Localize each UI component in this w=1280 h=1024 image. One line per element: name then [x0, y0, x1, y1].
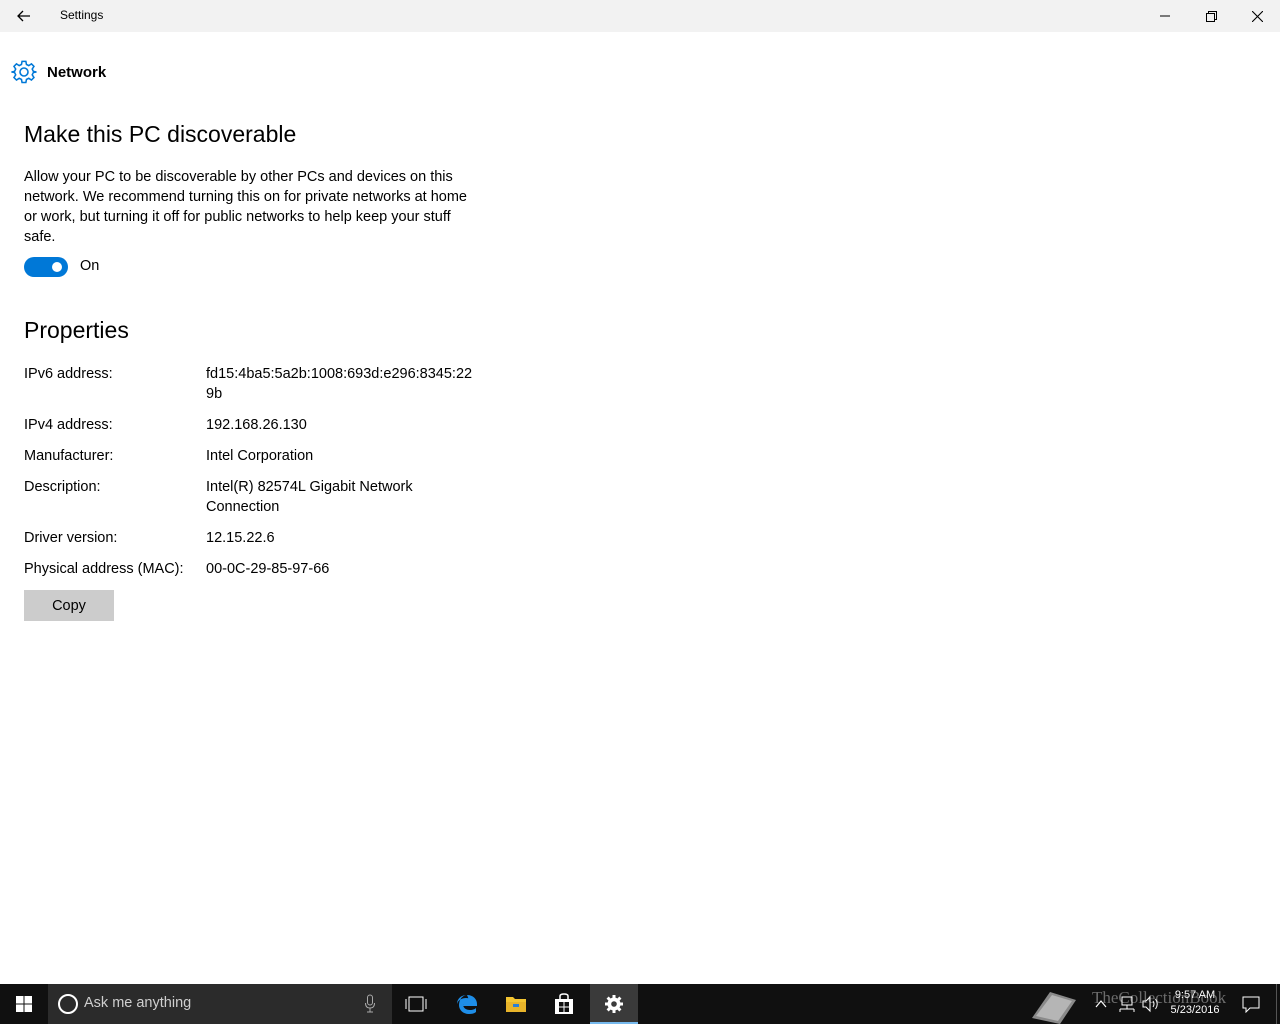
search-box[interactable]: Ask me anything [48, 984, 392, 1024]
store-icon [555, 993, 573, 1014]
file-explorer-icon [506, 997, 526, 1012]
property-value: fd15:4ba5:5a2b:1008:693d:e296:8345:229b [206, 366, 473, 402]
task-view-icon [405, 996, 427, 1012]
windows-start-icon [16, 996, 32, 1012]
discoverable-title: Make this PC discoverable [24, 121, 297, 147]
property-value: 192.168.26.130 [206, 417, 307, 433]
property-key: IPv6 address: [24, 366, 113, 382]
property-key: Driver version: [24, 530, 118, 546]
start-button[interactable] [0, 984, 48, 1024]
back-button[interactable] [0, 0, 48, 32]
clock-time: 9:57 AM [1174, 989, 1216, 1001]
property-key: Manufacturer: [24, 448, 114, 464]
page-title: Network [47, 63, 107, 81]
property-value: 12.15.22.6 [206, 530, 275, 546]
title-bar: Settings [0, 0, 1280, 32]
window-title: Settings [60, 8, 104, 22]
gear-icon [11, 60, 37, 84]
action-center-icon [1242, 996, 1260, 1013]
back-arrow-icon [17, 10, 30, 22]
settings-taskbar-button[interactable] [590, 984, 638, 1024]
toggle-knob [52, 262, 62, 272]
volume-icon[interactable] [1142, 994, 1160, 1014]
search-placeholder: Ask me anything [84, 995, 192, 1011]
restore-icon [1205, 10, 1217, 22]
settings-icon [605, 995, 623, 1013]
property-key: IPv4 address: [24, 417, 113, 433]
show-desktop-button[interactable] [1276, 984, 1280, 1024]
microphone-icon[interactable] [364, 994, 376, 1014]
discoverable-toggle[interactable] [24, 257, 68, 277]
page-header: Network [11, 58, 106, 86]
minimize-icon [1160, 15, 1170, 17]
discoverable-description: Allow your PC to be discoverable by othe… [24, 169, 467, 245]
toggle-state-label: On [80, 258, 100, 274]
property-value: Intel Corporation [206, 448, 314, 464]
close-icon [1251, 10, 1263, 22]
edge-icon [457, 995, 477, 1014]
restore-button[interactable] [1188, 0, 1234, 32]
properties-title: Properties [24, 317, 129, 343]
task-view-button[interactable] [392, 984, 440, 1024]
file-explorer-taskbar-button[interactable] [492, 984, 540, 1024]
property-key: Description: [24, 479, 101, 495]
network-icon[interactable] [1118, 994, 1136, 1014]
action-center-button[interactable] [1238, 984, 1264, 1024]
minimize-button[interactable] [1142, 0, 1188, 32]
property-value: Intel(R) 82574L Gigabit Network Connecti… [206, 479, 413, 515]
system-clock[interactable]: 9:57 AM 5/23/2016 [1162, 988, 1228, 1018]
store-taskbar-button[interactable] [540, 984, 588, 1024]
taskbar: Ask me anything TheCollectionBook 9:57 A… [0, 984, 1280, 1024]
clock-date: 5/23/2016 [1170, 1004, 1220, 1016]
edge-taskbar-button[interactable] [443, 984, 491, 1024]
property-key: Physical address (MAC): [24, 561, 184, 577]
copy-button[interactable]: Copy [24, 590, 114, 621]
chevron-up-icon[interactable] [1094, 994, 1108, 1014]
cortana-icon [58, 994, 78, 1014]
property-value: 00-0C-29-85-97-66 [206, 561, 330, 577]
close-button[interactable] [1234, 0, 1280, 32]
book-icon [1032, 992, 1076, 1024]
